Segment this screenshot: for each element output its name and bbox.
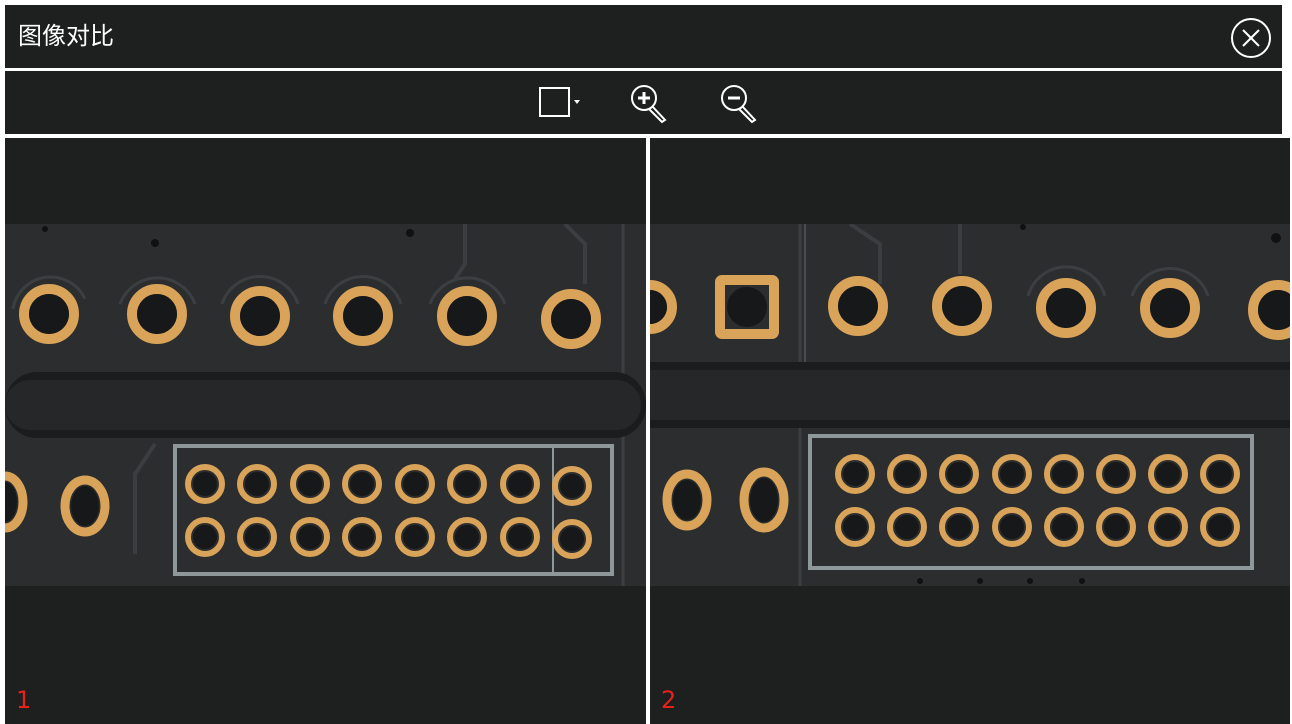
circle-x-icon	[1231, 18, 1271, 58]
zoom-in-icon	[631, 85, 667, 124]
rectangle-icon	[539, 87, 580, 117]
image-pane-left[interactable]: 1	[5, 138, 646, 724]
rectangle-select-dropdown[interactable]	[537, 82, 587, 124]
toolbar	[5, 71, 1282, 134]
close-button[interactable]	[1229, 16, 1273, 60]
window-title: 图像对比	[18, 22, 114, 50]
pcb-photo-left	[5, 224, 646, 586]
image-pane-right[interactable]: 2	[650, 138, 1290, 724]
zoom-out-button[interactable]	[717, 82, 761, 124]
pcb-photo-right	[650, 224, 1290, 586]
pane-index-label: 1	[16, 686, 32, 714]
zoom-out-icon	[721, 85, 757, 124]
title-bar: 图像对比	[5, 5, 1282, 68]
chevron-down-icon	[574, 100, 580, 104]
pane-index-label: 2	[661, 686, 677, 714]
zoom-in-button[interactable]	[627, 82, 671, 124]
